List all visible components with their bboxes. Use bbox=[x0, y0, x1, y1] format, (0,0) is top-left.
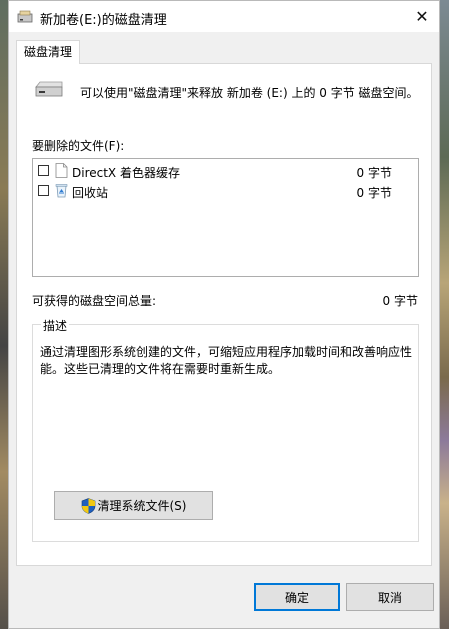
checkbox[interactable] bbox=[38, 165, 49, 176]
desktop-background-left bbox=[0, 0, 8, 629]
tab-panel: 可以使用"磁盘清理"来释放 新加卷 (E:) 上的 0 字节 磁盘空间。 要删除… bbox=[16, 63, 432, 566]
summary-text: 可以使用"磁盘清理"来释放 新加卷 (E:) 上的 0 字节 磁盘空间。 bbox=[80, 86, 419, 100]
ok-label: 确定 bbox=[284, 590, 309, 605]
list-item[interactable]: 回收站 0 字节 bbox=[33, 181, 418, 201]
space-gained-label: 可获得的磁盘空间总量: bbox=[32, 294, 157, 308]
checkbox[interactable] bbox=[38, 185, 49, 196]
blank-file-icon bbox=[55, 163, 68, 178]
title-bar[interactable]: 新加卷(E:)的磁盘清理 ✕ bbox=[9, 1, 439, 32]
hard-drive-icon bbox=[35, 81, 63, 97]
close-icon: ✕ bbox=[415, 7, 429, 26]
file-name: DirectX 着色器缓存 bbox=[72, 166, 180, 180]
clean-system-files-button[interactable]: 清理系统文件(S) bbox=[54, 491, 213, 520]
files-to-delete-label: 要删除的文件(F): bbox=[32, 139, 125, 153]
uac-shield-icon bbox=[81, 497, 95, 514]
space-gained-value: 0 字节 bbox=[382, 294, 418, 308]
file-size: 0 字节 bbox=[356, 186, 392, 200]
tab-label: 磁盘清理 bbox=[23, 45, 72, 59]
description-text: 通过清理图形系统创建的文件，可缩短应用程序加载时间和改善响应性能。这些已清理的文… bbox=[40, 345, 413, 376]
close-button[interactable]: ✕ bbox=[405, 1, 439, 32]
ok-button[interactable]: 确定 bbox=[254, 583, 340, 611]
file-list[interactable]: DirectX 着色器缓存 0 字节 回收站 0 字节 bbox=[32, 158, 419, 277]
window-title: 新加卷(E:)的磁盘清理 bbox=[40, 13, 167, 28]
file-size: 0 字节 bbox=[356, 166, 392, 180]
file-name: 回收站 bbox=[72, 186, 109, 200]
cancel-label: 取消 bbox=[377, 590, 402, 605]
description-legend: 描述 bbox=[41, 317, 70, 334]
cancel-button[interactable]: 取消 bbox=[346, 583, 434, 611]
clean-system-files-label: 清理系统文件(S) bbox=[97, 499, 187, 513]
list-item[interactable]: DirectX 着色器缓存 0 字节 bbox=[33, 161, 418, 181]
tab-disk-cleanup[interactable]: 磁盘清理 bbox=[16, 40, 80, 64]
disk-cleanup-window: 新加卷(E:)的磁盘清理 ✕ 磁盘清理 可以使用"磁盘清理"来释放 新加卷 (E… bbox=[8, 0, 440, 629]
disk-cleanup-icon bbox=[17, 10, 33, 23]
recycle-bin-icon bbox=[55, 184, 68, 198]
